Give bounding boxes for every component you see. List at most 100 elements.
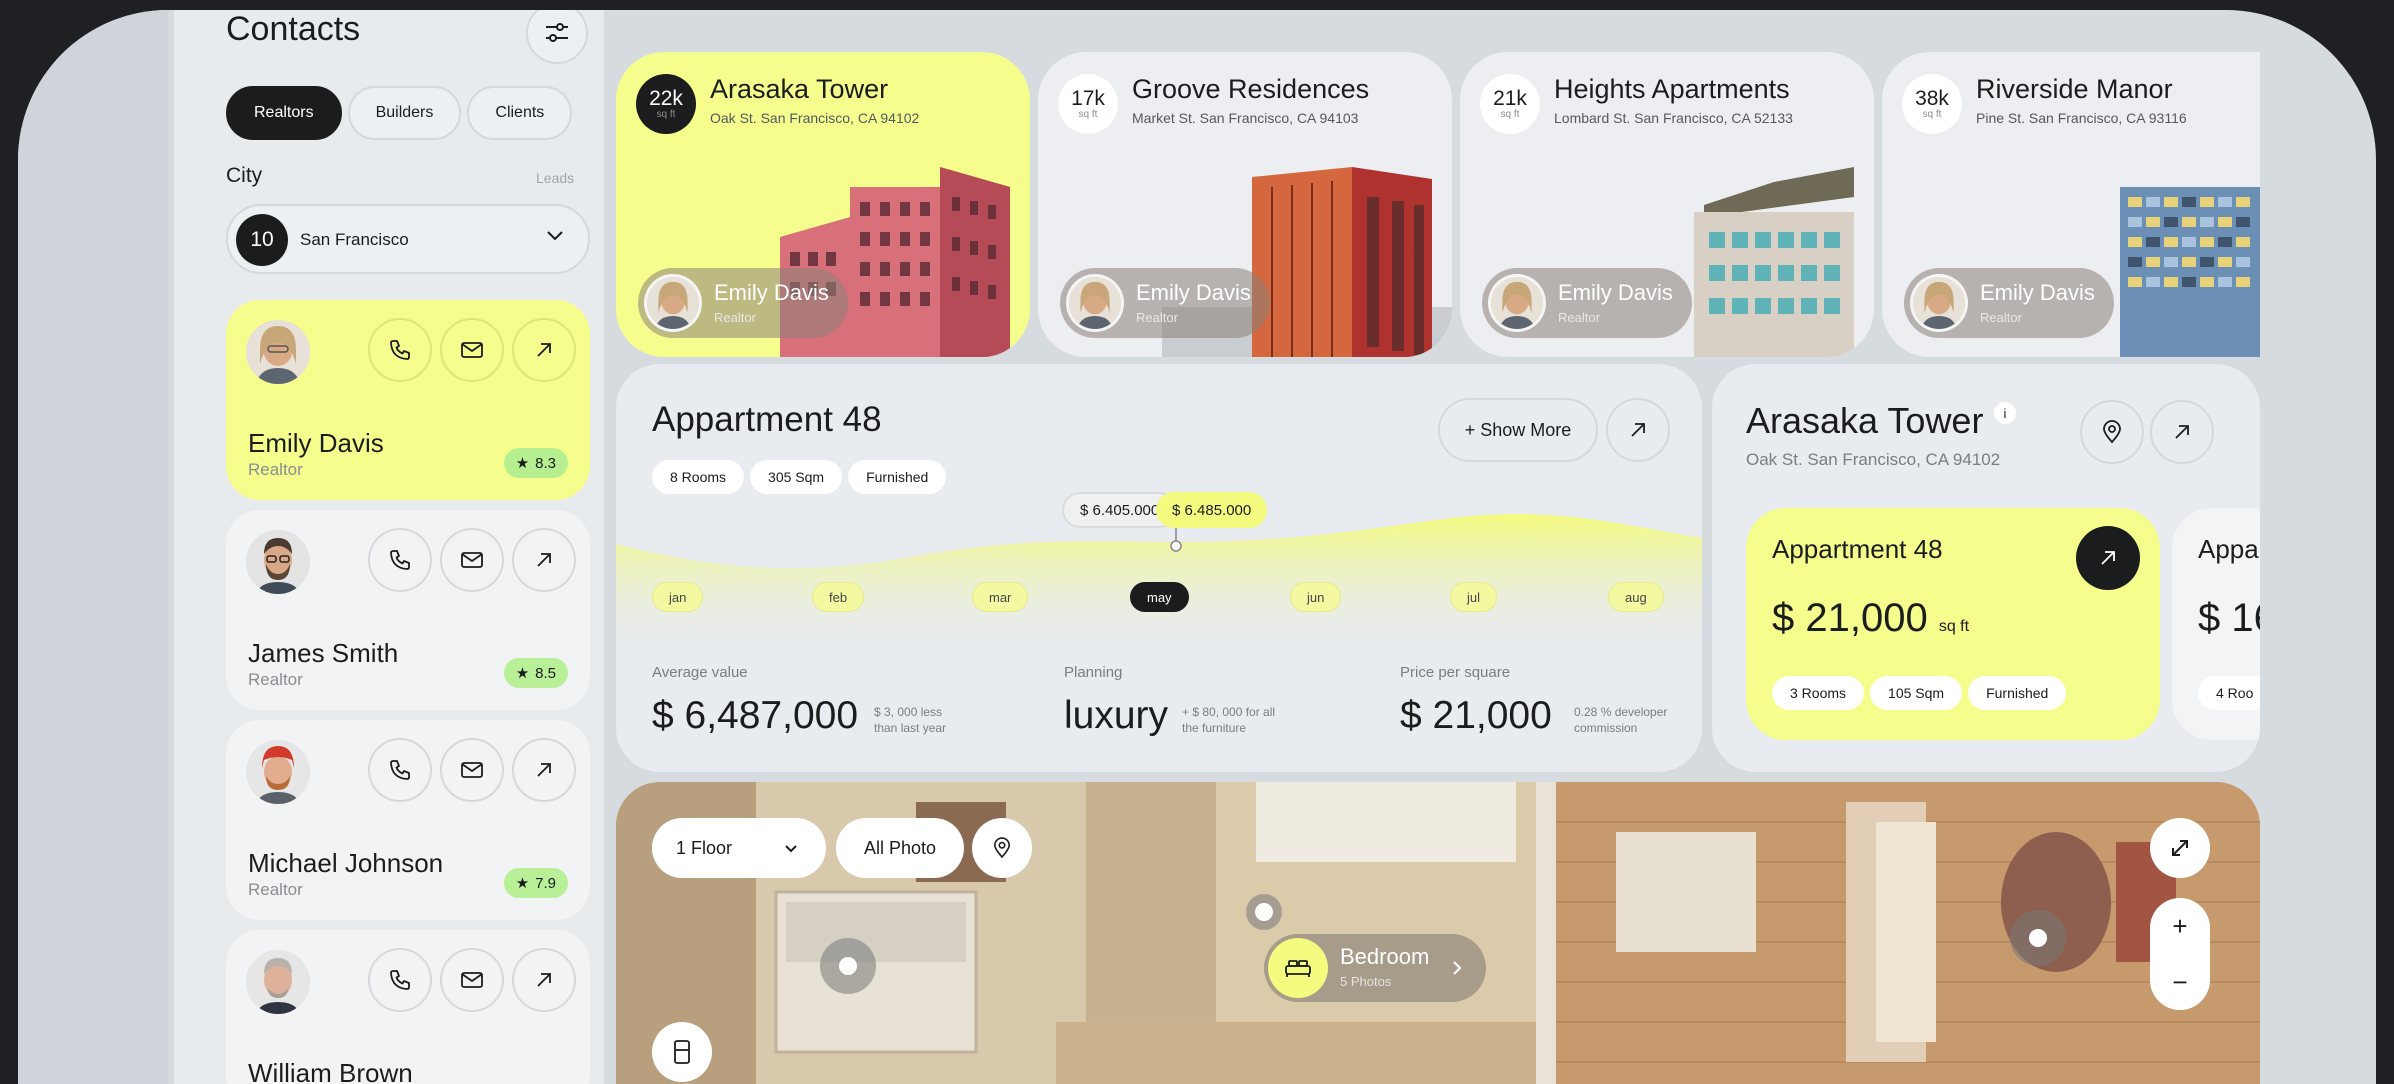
email-button[interactable] bbox=[440, 738, 504, 802]
phone-icon bbox=[390, 550, 410, 570]
month-jan[interactable]: jan bbox=[652, 582, 704, 612]
property-card[interactable]: 38k sq ft Riverside Manor Pine St. San Fr… bbox=[1882, 52, 2260, 357]
mail-icon bbox=[461, 342, 483, 358]
open-detail-button[interactable] bbox=[2150, 400, 2214, 464]
tag-rooms: 8 Rooms bbox=[652, 460, 745, 494]
avatar bbox=[246, 320, 310, 384]
open-contact-button[interactable] bbox=[512, 528, 576, 592]
agent-avatar bbox=[644, 274, 702, 332]
call-button[interactable] bbox=[368, 738, 432, 802]
email-button[interactable] bbox=[440, 948, 504, 1012]
floor-value: 1 Floor bbox=[676, 837, 733, 858]
agent-pill[interactable]: Emily Davis Realtor bbox=[1904, 268, 2114, 338]
agent-pill[interactable]: Emily Davis Realtor bbox=[1060, 268, 1270, 338]
month-jun[interactable]: jun bbox=[1290, 582, 1342, 612]
month-may[interactable]: may bbox=[1130, 582, 1189, 612]
agent-name: Emily Davis bbox=[1558, 280, 1673, 305]
property-title: Riverside Manor bbox=[1976, 74, 2173, 104]
property-card[interactable]: 22k sq ft Arasaka Tower Oak St. San Franc… bbox=[616, 52, 1030, 357]
month-jul[interactable]: jul bbox=[1450, 582, 1498, 612]
sqft-unit: sq ft bbox=[1500, 108, 1520, 120]
open-apartment-button[interactable] bbox=[1606, 398, 1670, 462]
apartment-card-open-button[interactable] bbox=[2076, 526, 2140, 590]
leads-link[interactable]: Leads bbox=[536, 170, 604, 186]
contact-card[interactable]: James Smith Realtor ★ 8.5 bbox=[226, 510, 590, 710]
room-hotspot[interactable] bbox=[2010, 910, 2066, 966]
contact-card[interactable]: William Brown bbox=[226, 930, 590, 1084]
tab-clients[interactable]: Clients bbox=[467, 86, 573, 140]
contact-card[interactable]: Emily Davis Realtor ★ 8.3 bbox=[226, 300, 590, 500]
star-icon: ★ bbox=[515, 665, 530, 682]
phone-icon bbox=[390, 340, 410, 360]
contact-card[interactable]: Michael Johnson Realtor ★ 7.9 bbox=[226, 720, 590, 920]
contact-actions bbox=[368, 318, 576, 382]
contact-type-tabs: Realtors Builders Clients bbox=[226, 86, 573, 140]
sqft-unit: sq ft bbox=[1922, 108, 1942, 120]
city-value: San Francisco bbox=[300, 230, 409, 249]
room-hotspot[interactable] bbox=[1246, 894, 1282, 930]
room-hotspot[interactable] bbox=[820, 938, 876, 994]
price-marker-dot bbox=[1170, 540, 1182, 552]
contacts-title: Contacts bbox=[226, 10, 361, 48]
open-contact-button[interactable] bbox=[512, 948, 576, 1012]
apartment-card-title: Appa bbox=[2198, 534, 2259, 564]
property-detail-panel: Arasaka Tower i Oak St. San Francisco, C… bbox=[1712, 364, 2260, 772]
room-pill-bedroom[interactable]: Bedroom 5 Photos bbox=[1264, 934, 1486, 1002]
zoom-in-button[interactable]: + bbox=[2150, 898, 2210, 954]
apartment-card-price: $ 16 bbox=[2198, 596, 2260, 640]
average-value-label: Average value bbox=[652, 664, 748, 681]
month-feb[interactable]: feb bbox=[812, 582, 865, 612]
star-icon: ★ bbox=[515, 455, 530, 472]
all-photo-button[interactable]: All Photo bbox=[836, 818, 964, 878]
month-mar[interactable]: mar bbox=[972, 582, 1029, 612]
floor-plan-toggle-button[interactable] bbox=[652, 1022, 712, 1082]
call-button[interactable] bbox=[368, 948, 432, 1012]
call-button[interactable] bbox=[368, 318, 432, 382]
open-contact-button[interactable] bbox=[512, 738, 576, 802]
email-button[interactable] bbox=[440, 528, 504, 592]
star-icon: ★ bbox=[515, 875, 530, 892]
contact-name: William Brown bbox=[248, 1058, 413, 1084]
floor-plan-view[interactable]: 1 Floor All Photo Bedroom 5 Photos + − bbox=[616, 782, 2260, 1084]
mail-icon bbox=[461, 972, 483, 988]
fullscreen-button[interactable] bbox=[2150, 818, 2210, 878]
agent-pill[interactable]: Emily Davis Realtor bbox=[638, 268, 848, 338]
app-window: Contacts Realtors Builders Clients City … bbox=[18, 10, 2376, 1084]
property-title: Groove Residences bbox=[1132, 74, 1370, 104]
call-button[interactable] bbox=[368, 528, 432, 592]
tag-area: 105 Sqm bbox=[1870, 676, 1963, 710]
floor-select[interactable]: 1 Floor bbox=[652, 818, 826, 878]
apartment-card[interactable]: Appartment 48 $ 21,000 sq ft 3 Rooms 105… bbox=[1746, 508, 2160, 740]
rating-value: 8.5 bbox=[535, 664, 556, 682]
sqft-value: 17k bbox=[1071, 86, 1105, 110]
apartment-title: Appartment 48 bbox=[652, 400, 882, 439]
detail-title: Arasaka Tower bbox=[1746, 400, 1984, 441]
mail-icon bbox=[461, 552, 483, 568]
property-card[interactable]: 17k sq ft Groove Residences Market St. Sa… bbox=[1038, 52, 1452, 357]
arrow-up-right-icon bbox=[1631, 423, 1645, 437]
sqft-value: 38k bbox=[1915, 86, 1949, 110]
bed-icon bbox=[1268, 938, 1328, 998]
location-button[interactable] bbox=[972, 818, 1032, 878]
agent-avatar bbox=[1066, 274, 1124, 332]
contact-actions bbox=[368, 528, 576, 592]
apartment-card-title: Appartment 48 bbox=[1772, 534, 1943, 564]
filter-button[interactable] bbox=[526, 10, 588, 64]
city-select[interactable]: 10 San Francisco bbox=[226, 204, 590, 274]
tab-builders[interactable]: Builders bbox=[347, 86, 462, 140]
month-aug[interactable]: aug bbox=[1608, 582, 1664, 612]
tab-realtors[interactable]: Realtors bbox=[226, 86, 342, 140]
show-more-button[interactable]: + Show More bbox=[1438, 398, 1598, 462]
price-per-square-note: 0.28 % developer commission bbox=[1574, 705, 1668, 735]
email-button[interactable] bbox=[440, 318, 504, 382]
open-contact-button[interactable] bbox=[512, 318, 576, 382]
info-icon[interactable]: i bbox=[1994, 402, 2016, 424]
property-card[interactable]: 21k sq ft Heights Apartments Lombard St. … bbox=[1460, 52, 1874, 357]
apartment-tags: 8 Rooms 305 Sqm Furnished bbox=[652, 460, 947, 494]
average-value: $ 6,487,000 bbox=[652, 694, 859, 737]
agent-pill[interactable]: Emily Davis Realtor bbox=[1482, 268, 1692, 338]
arrow-up-right-icon bbox=[537, 343, 551, 357]
apartment-card-partial[interactable]: Appa $ 16 4 Roo bbox=[2172, 508, 2260, 740]
sqft-value: 21k bbox=[1493, 86, 1527, 110]
location-button[interactable] bbox=[2080, 400, 2144, 464]
